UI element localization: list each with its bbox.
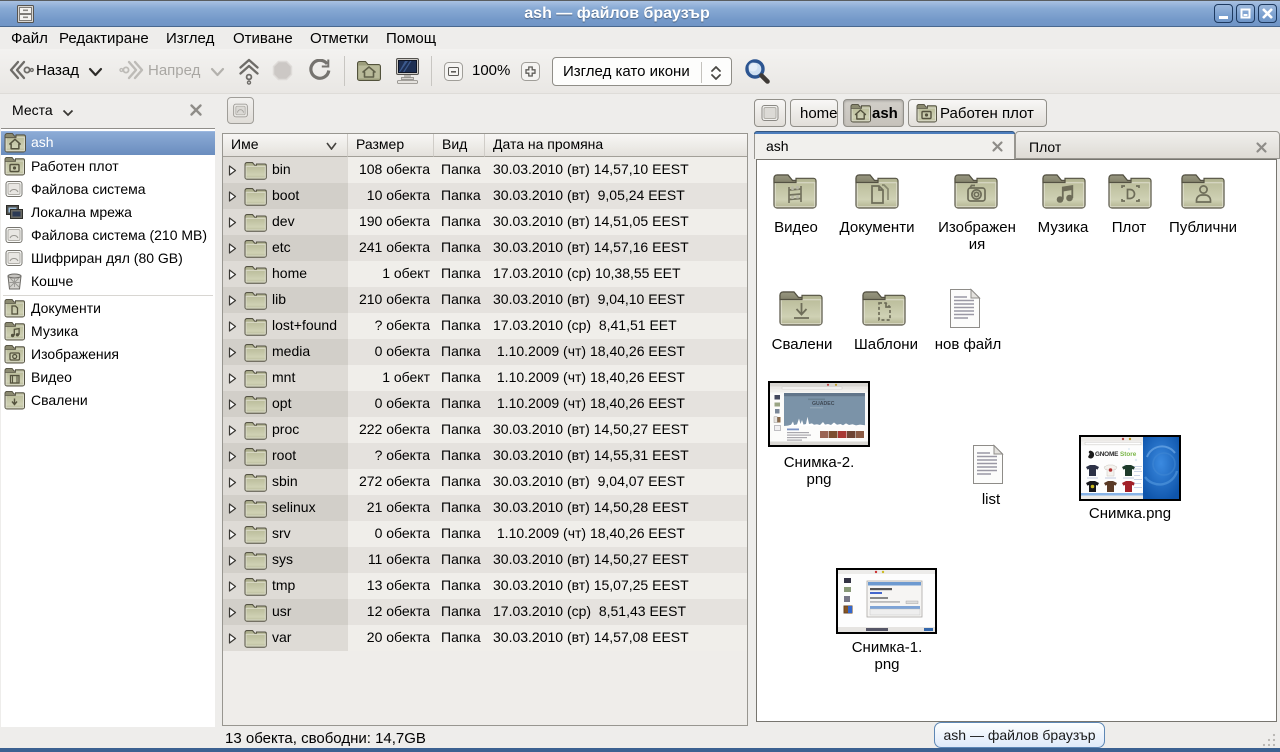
svg-text:GUADEC: GUADEC xyxy=(812,401,835,407)
svg-text:Store: Store xyxy=(1120,451,1137,458)
svg-text:GNOME: GNOME xyxy=(1095,451,1119,458)
